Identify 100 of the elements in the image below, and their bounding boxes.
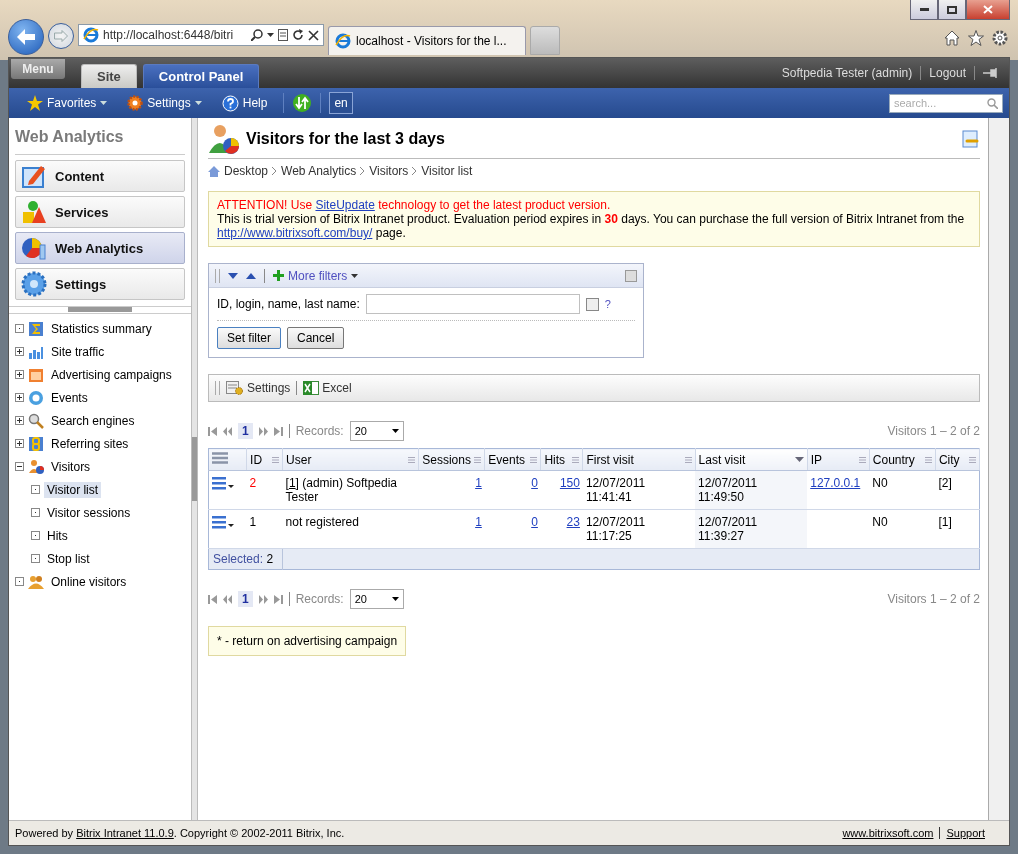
back-button[interactable] [8, 19, 44, 55]
section-button[interactable]: Web Analytics [15, 232, 185, 264]
toolbar-menu[interactable]: Favorites [19, 91, 116, 115]
logout-link[interactable]: Logout [929, 66, 966, 80]
column-header[interactable]: IP [810, 452, 823, 467]
home-icon[interactable] [944, 30, 960, 46]
forward-button[interactable] [48, 23, 74, 49]
pin-icon[interactable] [983, 68, 999, 78]
star-icon[interactable] [968, 30, 984, 46]
address-bar[interactable]: http://localhost:6448/bitri [78, 24, 324, 46]
plus-box-icon[interactable] [15, 393, 24, 402]
dot-box-icon[interactable] [31, 554, 40, 563]
toolbar-button[interactable]: Excel [303, 381, 352, 395]
refresh-icon[interactable] [292, 29, 304, 41]
language-button[interactable]: en [329, 92, 353, 114]
dot-box-icon[interactable] [31, 508, 40, 517]
splitter-handle[interactable] [192, 437, 197, 501]
set-filter-button[interactable]: Set filter [217, 327, 281, 349]
row-menu-icon[interactable] [212, 515, 234, 529]
columns-icon[interactable] [212, 452, 228, 464]
dot-box-icon[interactable] [31, 485, 40, 494]
help-link[interactable]: ? [604, 298, 611, 310]
hits-link[interactable]: 23 [566, 515, 580, 529]
column-header[interactable]: User [286, 452, 312, 467]
sessions-link[interactable]: 1 [475, 515, 482, 529]
previous-page-icon[interactable] [223, 594, 232, 604]
minimize-button[interactable] [910, 0, 938, 20]
page-number[interactable]: 1 [238, 591, 253, 607]
toolbar-menu[interactable]: Settings [119, 91, 210, 115]
tree-item[interactable]: Stop list [44, 550, 93, 567]
tree-item[interactable]: Visitor list [44, 481, 102, 498]
browser-tab[interactable]: localhost - Visitors for the l... [328, 26, 526, 55]
plus-box-icon[interactable] [15, 439, 24, 448]
last-page-icon[interactable] [273, 426, 283, 436]
sessions-link[interactable]: 1 [475, 476, 482, 490]
section-button[interactable]: Services [15, 196, 185, 228]
gear-icon [21, 271, 47, 297]
dot-box-icon[interactable] [15, 577, 24, 586]
tree-item[interactable]: Referring sites [48, 435, 132, 452]
records-select[interactable]: 20 [349, 421, 404, 441]
events-link[interactable]: 0 [531, 515, 538, 529]
minimize-icon[interactable] [625, 269, 637, 282]
plus-box-icon[interactable] [15, 370, 24, 379]
input-field[interactable] [365, 294, 580, 314]
panel-tab[interactable]: Control Panel [142, 64, 260, 88]
tree-item[interactable]: Statistics summary [48, 320, 155, 337]
panel-tab[interactable]: Site [81, 64, 137, 88]
more-filters-button[interactable]: More filters [273, 268, 359, 283]
sync-icon[interactable] [292, 93, 313, 113]
footer-link[interactable]: www.bitrixsoft.com [842, 827, 934, 839]
page-icon[interactable] [278, 29, 288, 41]
collapse-handle[interactable] [68, 307, 132, 312]
page-number[interactable]: 1 [238, 423, 253, 439]
section-button[interactable]: Content [15, 160, 185, 192]
footer-link[interactable]: Support [946, 827, 985, 839]
breadcrumb-link[interactable]: Visitor list [421, 164, 473, 178]
first-page-icon[interactable] [208, 594, 217, 604]
triangle-down-icon[interactable] [228, 272, 238, 279]
first-page-icon[interactable] [208, 426, 217, 436]
next-page-icon[interactable] [258, 594, 268, 604]
toolbar-menu[interactable]: Help [213, 91, 276, 115]
minus-box-icon[interactable] [15, 462, 24, 471]
breadcrumb-link[interactable]: Visitors [369, 164, 409, 178]
dot-box-icon[interactable] [31, 531, 40, 540]
checkbox[interactable] [585, 297, 599, 311]
breadcrumb-link[interactable]: Desktop [224, 164, 269, 178]
dot-box-icon[interactable] [15, 324, 24, 333]
tree-item[interactable]: Online visitors [48, 573, 130, 590]
records-select[interactable]: 20 [349, 589, 404, 609]
row-menu-icon[interactable] [212, 476, 234, 490]
close-icon[interactable] [308, 29, 319, 41]
section-button[interactable]: Settings [15, 268, 185, 300]
tree-item[interactable]: Hits [44, 527, 71, 544]
hits-link[interactable]: 150 [559, 476, 580, 490]
tree-item[interactable]: Visitor sessions [44, 504, 134, 521]
tree-item[interactable]: Site traffic [48, 343, 108, 360]
user-link[interactable]: 1 [288, 476, 296, 490]
events-link[interactable]: 0 [531, 476, 538, 490]
tree-item[interactable]: Search engines [48, 412, 138, 429]
buy-link[interactable]: http://www.bitrixsoft.com/buy/ [217, 226, 373, 240]
plus-box-icon[interactable] [15, 347, 24, 356]
tree-item[interactable]: Advertising campaigns [48, 366, 175, 383]
close-window-button[interactable] [966, 0, 1010, 20]
tree-item[interactable]: Events [48, 389, 91, 406]
search-field[interactable]: search... [889, 93, 1003, 113]
next-page-icon[interactable] [258, 426, 268, 436]
toolbar-button[interactable]: Settings [226, 380, 291, 396]
last-page-icon[interactable] [273, 594, 283, 604]
breadcrumb-link[interactable]: Web Analytics [281, 164, 357, 178]
siteupdate-link[interactable]: SiteUpdate [315, 198, 375, 212]
plus-box-icon[interactable] [15, 416, 24, 425]
ip-link[interactable]: 127.0.0.1 [810, 476, 861, 490]
search-icon[interactable] [251, 29, 263, 41]
triangle-up-icon[interactable] [246, 272, 256, 279]
product-link[interactable]: Bitrix Intranet 11.0.9 [76, 827, 174, 839]
settings-icon[interactable] [992, 30, 1008, 46]
maximize-button[interactable] [938, 0, 966, 20]
tree-item[interactable]: Visitors [48, 458, 94, 475]
cancel-button[interactable]: Cancel [287, 327, 345, 349]
previous-page-icon[interactable] [223, 426, 232, 436]
